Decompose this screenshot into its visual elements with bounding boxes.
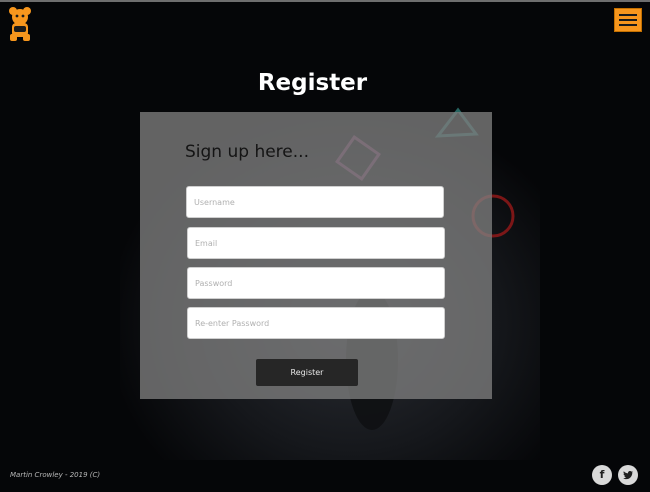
register-form-card: Sign up here... Register — [140, 112, 492, 399]
email-input[interactable] — [187, 227, 445, 259]
register-button[interactable]: Register — [256, 359, 358, 386]
facebook-icon[interactable]: f — [592, 465, 612, 485]
form-heading: Sign up here... — [185, 142, 309, 162]
copyright-text: Martin Crowley - 2019 (C) — [10, 471, 101, 479]
hamburger-menu-icon[interactable] — [614, 8, 642, 32]
logo-icon[interactable] — [8, 6, 32, 42]
reenter-password-input[interactable] — [187, 307, 445, 339]
twitter-icon[interactable] — [618, 465, 638, 485]
page-title: Register — [257, 70, 368, 96]
username-input[interactable] — [186, 186, 444, 218]
password-input[interactable] — [187, 267, 445, 299]
